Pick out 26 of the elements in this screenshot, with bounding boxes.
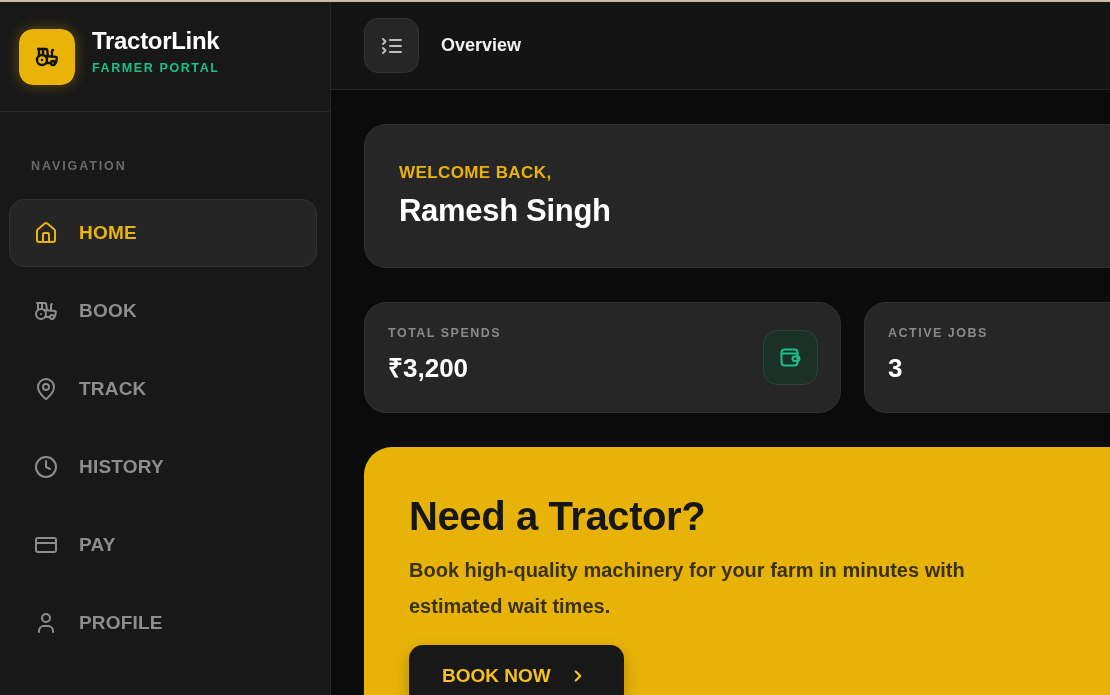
tractor-icon: [34, 299, 58, 323]
welcome-greeting: WELCOME BACK,: [399, 163, 553, 183]
brand-tagline: FARMER PORTAL: [92, 61, 220, 76]
home-icon: [34, 221, 58, 245]
brand-name: TractorLink: [92, 27, 220, 55]
user-name: Ramesh Singh: [399, 193, 612, 229]
nav-heading: NAVIGATION: [30, 158, 128, 174]
banner-title: Need a Tractor?: [409, 493, 707, 540]
nav-item[interactable]: PROFILE: [9, 589, 317, 657]
page-title: Overview: [441, 35, 522, 56]
nav-item[interactable]: BOOK: [9, 277, 317, 345]
clock-icon: [34, 455, 58, 479]
nav-item[interactable]: HISTORY: [9, 433, 317, 501]
sidebar-toggle-button[interactable]: [364, 18, 419, 73]
wallet-icon: [763, 330, 818, 385]
nav-item[interactable]: HOME: [9, 199, 317, 267]
banner-text: Book high-quality machinery for your farm in minutes with estimated wait times.: [409, 558, 966, 619]
nav-item[interactable]: TRACK: [9, 355, 317, 423]
book-now-button[interactable]: BOOK NOW: [409, 645, 624, 695]
stat-value: 3: [888, 353, 904, 383]
stat-label: ACTIVE JOBS: [888, 326, 988, 341]
tractor-icon: [19, 28, 75, 85]
nav-item[interactable]: PAY: [9, 511, 317, 579]
stat-label: TOTAL SPENDS: [388, 326, 502, 341]
stat-value: ₹3,200: [388, 353, 470, 383]
map-pin-icon: [34, 377, 58, 401]
